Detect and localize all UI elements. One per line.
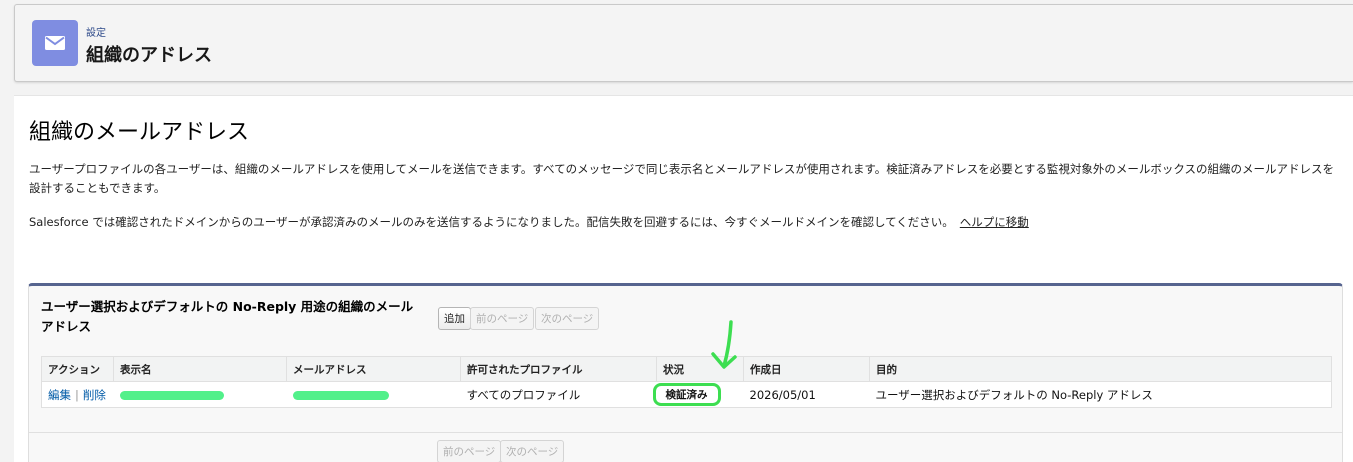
help-link[interactable]: ヘルプに移動 [960,215,1029,229]
footer-prev-page-button[interactable]: 前のページ [437,440,502,462]
column-header-profiles[interactable]: 許可されたプロファイル [460,356,657,382]
status-cell: 検証済み [652,382,744,408]
status-badge: 検証済み [652,383,721,406]
purpose-cell: ユーザー選択およびデフォルトの No-Reply アドレス [875,387,1153,402]
column-header-email[interactable]: メールアドレス [286,356,461,382]
header-title: 組織のアドレス [86,45,212,66]
panel-footer: 前のページ 次のページ [29,432,1342,462]
domain-notice: Salesforce では確認されたドメインからのユーザーが承認済みのメールのみ… [29,214,1029,230]
profiles-cell: すべてのプロファイル [466,387,581,402]
table-row: 編集 | 削除 すべてのプロファイル 検証済み 2026/05/01 ユーザー選択お… [42,382,1332,408]
action-cell: 編集 | 削除 [42,382,114,408]
column-header-action: アクション [41,356,114,382]
footer-next-page-button[interactable]: 次のページ [500,440,565,462]
org-email-panel: ユーザー選択およびデフォルトの No-Reply 用途の組織のメールアドレス 追… [28,283,1343,462]
redacted-display-name [119,390,224,400]
org-email-table: アクション 表示名 メールアドレス 許可されたプロファイル 状況 作成日 目的 … [41,356,1332,408]
table-header-row: アクション 表示名 メールアドレス 許可されたプロファイル 状況 作成日 目的 [41,356,1332,382]
display-name-cell [114,382,287,408]
page-title: 組織のメールアドレス [29,120,250,145]
breadcrumb[interactable]: 設定 [86,24,106,39]
page-description: ユーザープロファイルの各ユーザーは、組織のメールアドレスを使用してメールを送信で… [29,162,1335,195]
column-header-display-name[interactable]: 表示名 [113,356,287,382]
panel-title: ユーザー選択およびデフォルトの No-Reply 用途の組織のメールアドレス [41,299,414,334]
main-content: 組織のメールアドレス ユーザープロファイルの各ユーザーは、組織のメールアドレスを… [14,95,1353,462]
column-header-created[interactable]: 作成日 [743,356,870,382]
action-separator: | [75,387,79,402]
column-header-purpose[interactable]: 目的 [869,356,1332,382]
delete-link[interactable]: 削除 [83,388,106,402]
add-button[interactable]: 追加 [438,307,471,330]
domain-notice-text: Salesforce では確認されたドメインからのユーザーが承認済みのメールのみ… [29,215,954,229]
next-page-button[interactable]: 次のページ [535,307,600,330]
edit-link[interactable]: 編集 [48,388,71,402]
page-header: 設定 組織のアドレス [14,4,1353,82]
arrow-down-icon [711,320,737,369]
envelope-icon [32,20,78,66]
redacted-email[interactable] [292,390,389,400]
prev-page-button[interactable]: 前のページ [470,307,535,330]
email-cell [287,382,461,408]
created-date-cell: 2026/05/01 [749,387,816,402]
